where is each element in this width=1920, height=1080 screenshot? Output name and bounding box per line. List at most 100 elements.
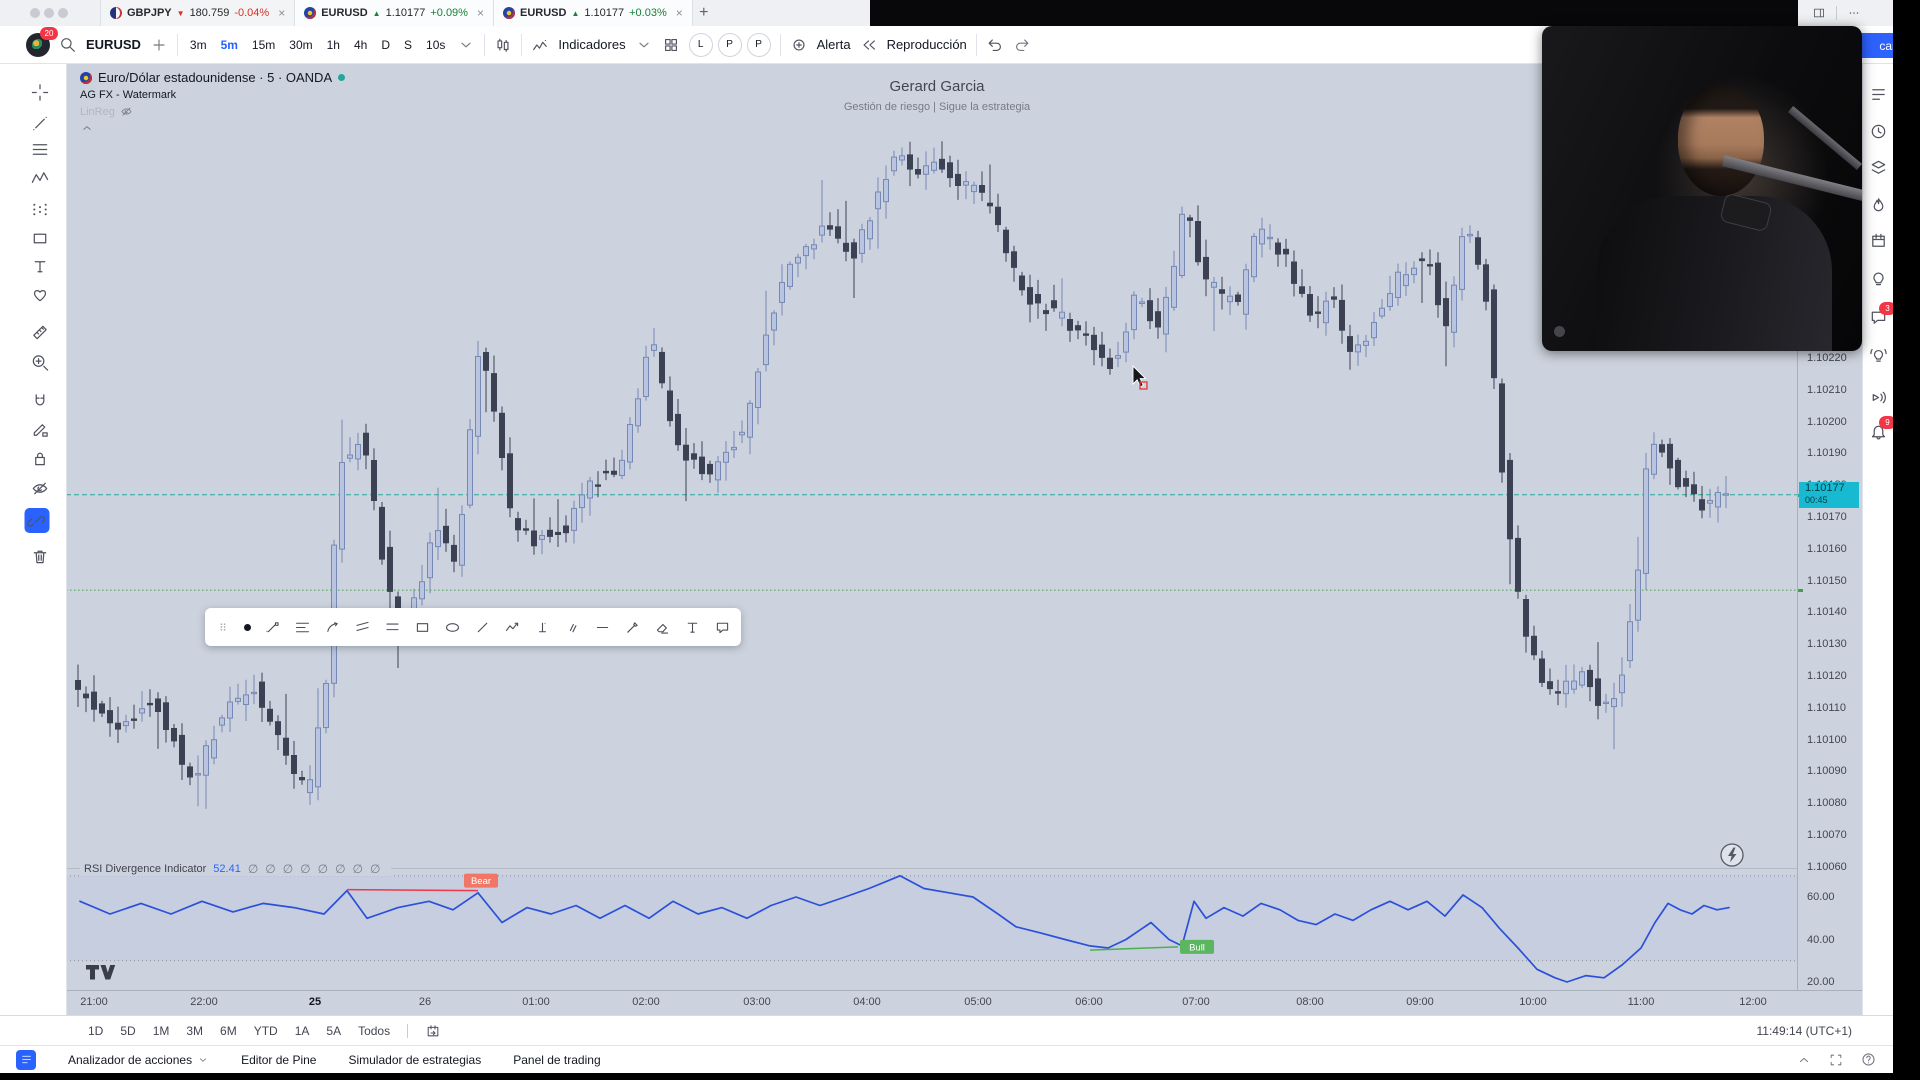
panel-tab-0[interactable]: Analizador de acciones <box>68 1053 209 1067</box>
ray-tool-icon[interactable] <box>594 619 611 636</box>
chart-style-icon[interactable] <box>494 36 512 54</box>
streams-icon[interactable] <box>1869 345 1888 364</box>
flat-lines-icon[interactable] <box>384 619 401 636</box>
bubble-tool-icon[interactable] <box>714 619 731 636</box>
chevron-up-icon[interactable] <box>1796 1052 1812 1068</box>
range-5a[interactable]: 5A <box>326 1024 341 1038</box>
text-tool-icon[interactable] <box>684 619 701 636</box>
magnet-icon[interactable] <box>31 392 50 411</box>
browser-tab-gbpjpy-0[interactable]: GBPJPY▼180.759-0.04%× <box>100 0 295 26</box>
range-1d[interactable]: 1D <box>88 1024 103 1038</box>
draw-lock-icon[interactable] <box>31 420 50 439</box>
ruler-icon[interactable] <box>31 323 50 342</box>
timeframe-S[interactable]: S <box>401 36 415 54</box>
layers-icon[interactable] <box>1869 158 1888 177</box>
fib-retracement-icon[interactable] <box>31 140 50 159</box>
time-axis[interactable]: 21:0022:00252601:0002:0003:0004:0005:000… <box>66 990 1862 1015</box>
timeframe-chevron-icon[interactable] <box>457 36 475 54</box>
range-1m[interactable]: 1M <box>153 1024 170 1038</box>
replay-icon[interactable] <box>860 36 878 54</box>
server-clock[interactable]: 11:49:14 (UTC+1) <box>1757 1024 1894 1038</box>
layout-preset-p-1[interactable]: P <box>718 33 742 57</box>
flame-icon[interactable] <box>1869 196 1888 215</box>
timeframe-10s[interactable]: 10s <box>423 36 448 54</box>
search-icon[interactable] <box>59 36 77 54</box>
panel-tab-1[interactable]: Editor de Pine <box>241 1053 316 1067</box>
range-3m[interactable]: 3M <box>186 1024 203 1038</box>
rect-tool-icon[interactable] <box>414 619 431 636</box>
compare-add-icon[interactable] <box>150 36 168 54</box>
tab-close-icon[interactable]: × <box>278 6 285 20</box>
xabcd-pattern-icon[interactable] <box>31 169 50 188</box>
eye-slash-icon[interactable] <box>31 479 50 498</box>
new-tab-button[interactable]: + <box>693 0 715 26</box>
timeframe-15m[interactable]: 15m <box>249 36 278 54</box>
undo-icon[interactable] <box>986 36 1004 54</box>
calendar-icon[interactable] <box>1869 231 1888 250</box>
tab-close-icon[interactable]: × <box>477 6 484 20</box>
vertical-tool-icon[interactable] <box>534 619 551 636</box>
panel-tab-2[interactable]: Simulador de estrategias <box>348 1053 481 1067</box>
alert-add-icon[interactable] <box>790 36 808 54</box>
symbol-title[interactable]: Euro/Dólar estadounidense · 5 · OANDA <box>98 70 332 85</box>
range-5d[interactable]: 5D <box>120 1024 135 1038</box>
eye-slash-icon[interactable] <box>120 105 133 118</box>
emoji-icon[interactable] <box>31 285 50 304</box>
frame-icon[interactable] <box>1828 1052 1844 1068</box>
timeframe-30m[interactable]: 30m <box>286 36 315 54</box>
brush-icon[interactable] <box>324 619 341 636</box>
tab-close-icon[interactable]: × <box>676 6 683 20</box>
eraser-tool-icon[interactable] <box>654 619 671 636</box>
panel-tab-3[interactable]: Panel de trading <box>513 1053 600 1067</box>
color-dot[interactable] <box>244 624 251 631</box>
legend-collapse-chevron-icon[interactable] <box>80 121 345 140</box>
layout-grid-icon[interactable] <box>662 36 680 54</box>
window-close-button[interactable] <box>30 8 40 18</box>
alert-button[interactable]: Alerta <box>817 37 851 52</box>
indicators-icon[interactable] <box>531 36 549 54</box>
range-todos[interactable]: Todos <box>358 1024 390 1038</box>
browser-tab-eurusd-2[interactable]: EURUSD▲1.10177+0.03%× <box>494 0 693 26</box>
trend-line-icon[interactable] <box>31 114 50 133</box>
pin-tool-icon[interactable] <box>624 619 641 636</box>
parallel-icon[interactable] <box>354 619 371 636</box>
range-1a[interactable]: 1A <box>295 1024 310 1038</box>
timeframe-1h[interactable]: 1h <box>324 36 343 54</box>
text-icon[interactable] <box>31 257 50 276</box>
help-icon[interactable] <box>1860 1051 1877 1068</box>
watchlist-icon[interactable] <box>1869 85 1888 104</box>
drag-handle-icon[interactable] <box>215 619 231 635</box>
timeframe-4h[interactable]: 4h <box>351 36 370 54</box>
range-6m[interactable]: 6M <box>220 1024 237 1038</box>
window-minimize-button[interactable] <box>44 8 54 18</box>
window-zoom-button[interactable] <box>58 8 68 18</box>
polyline-arrow-icon[interactable] <box>504 619 521 636</box>
lock-icon[interactable] <box>31 449 50 468</box>
timeframe-D[interactable]: D <box>378 36 393 54</box>
chart-canvas[interactable]: BearBull <box>66 64 1797 990</box>
hidden-indicator-label[interactable]: LinReg <box>80 106 115 118</box>
indicators-button[interactable]: Indicadores <box>558 37 625 52</box>
screener-logo-icon[interactable] <box>16 1050 36 1070</box>
calendar-go-icon[interactable] <box>425 1023 441 1039</box>
replay-button[interactable]: Reproducción <box>887 37 967 52</box>
timeframe-3m[interactable]: 3m <box>187 36 210 54</box>
redo-icon[interactable] <box>1013 36 1031 54</box>
window-sidebar-icon[interactable] <box>1812 6 1826 20</box>
trend-line2-icon[interactable] <box>264 619 281 636</box>
ideas-icon[interactable] <box>1869 268 1888 287</box>
play-sound-icon[interactable] <box>1869 388 1888 407</box>
timeframe-5m[interactable]: 5m <box>218 36 241 54</box>
fib2-icon[interactable] <box>294 619 311 636</box>
more-dots-icon[interactable] <box>1847 6 1861 20</box>
trash-icon[interactable] <box>31 547 50 566</box>
range-ytd[interactable]: YTD <box>254 1024 278 1038</box>
layout-preset-l-0[interactable]: L <box>689 33 713 57</box>
forecast-icon[interactable] <box>31 200 50 219</box>
ellipse-tool-icon[interactable] <box>444 619 461 636</box>
zoom-in-icon[interactable] <box>31 353 50 372</box>
browser-tab-eurusd-1[interactable]: EURUSD▲1.10177+0.09%× <box>295 0 494 26</box>
crosshair-icon[interactable] <box>31 83 50 102</box>
slash-tool-icon[interactable] <box>564 619 581 636</box>
layout-preset-p-2[interactable]: P <box>747 33 771 57</box>
